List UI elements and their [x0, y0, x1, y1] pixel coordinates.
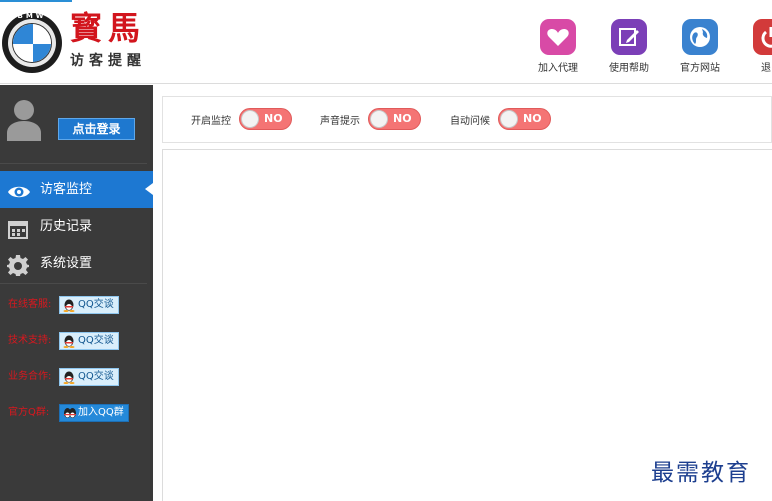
sidebar-item-history[interactable]: 历史记录 — [0, 208, 153, 245]
switch-knob — [500, 110, 518, 128]
switch-knob — [370, 110, 388, 128]
sidebar-divider — [0, 163, 147, 164]
power-icon — [753, 19, 772, 55]
heart-icon — [540, 19, 576, 55]
app-header: BMW 寳馬 访客提醒 加入代理 使用帮助 官方网站 退出 — [0, 0, 772, 84]
join-qq-group-button[interactable]: 加入QQ群 — [59, 404, 129, 422]
sound-switch[interactable]: NO — [368, 108, 421, 130]
switch-state: NO — [393, 112, 412, 125]
qq-group-icon — [64, 408, 76, 418]
qq-chat-button[interactable]: QQ交谈 — [59, 368, 119, 386]
contact-tech-support: 技术支持: QQ交谈 — [8, 332, 148, 350]
sidebar-item-label: 历史记录 — [40, 219, 93, 234]
avatar — [7, 99, 41, 141]
qq-penguin-icon — [63, 371, 75, 384]
logout-button[interactable]: 退出 — [746, 19, 772, 74]
help-label: 使用帮助 — [609, 63, 649, 74]
contact-label: 官方Q群: — [8, 407, 50, 418]
switch-state: NO — [523, 112, 542, 125]
auto-greet-switch[interactable]: NO — [498, 108, 551, 130]
join-qq-group-label: 加入QQ群 — [78, 407, 124, 418]
contact-label: 技术支持: — [8, 335, 52, 346]
toggle-label: 开启监控 — [191, 116, 231, 127]
contact-official-group: 官方Q群: 加入QQ群 — [8, 404, 148, 422]
login-button[interactable]: 点击登录 — [58, 118, 135, 140]
monitoring-switch[interactable]: NO — [239, 108, 292, 130]
sidebar-item-visitor-monitor[interactable]: 访客监控 — [0, 171, 153, 208]
contact-business: 业务合作: QQ交谈 — [8, 368, 148, 386]
join-agent-button[interactable]: 加入代理 — [533, 19, 583, 74]
contact-label: 业务合作: — [8, 371, 52, 382]
brand-subtitle: 访客提醒 — [70, 53, 146, 69]
sidebar-item-label: 访客监控 — [40, 182, 93, 197]
qq-chat-button[interactable]: QQ交谈 — [59, 296, 119, 314]
help-button[interactable]: 使用帮助 — [604, 19, 654, 74]
contact-online-service: 在线客服: QQ交谈 — [8, 296, 148, 314]
qq-chat-label: QQ交谈 — [78, 299, 114, 310]
qq-chat-label: QQ交谈 — [78, 371, 114, 382]
settings-toolbar: 开启监控 NO 声音提示 NO 自动问候 NO — [162, 96, 772, 143]
sidebar-item-settings[interactable]: 系统设置 — [0, 245, 153, 282]
toggle-label: 声音提示 — [320, 116, 360, 127]
switch-knob — [241, 110, 259, 128]
globe-icon — [682, 19, 718, 55]
edit-icon — [611, 19, 647, 55]
calendar-icon — [7, 217, 29, 239]
watermark: 最需教育 — [651, 460, 751, 486]
qq-chat-button[interactable]: QQ交谈 — [59, 332, 119, 350]
qq-penguin-icon — [63, 335, 75, 348]
toggle-label: 自动问候 — [450, 116, 490, 127]
sidebar-item-label: 系统设置 — [40, 256, 93, 271]
sidebar: 点击登录 访客监控 历史记录 系统设置 在线客服: QQ交谈 技术支持: QQ交… — [0, 85, 153, 501]
switch-state: NO — [264, 112, 283, 125]
gear-icon — [7, 254, 29, 276]
bmw-logo: BMW — [2, 12, 62, 73]
contact-label: 在线客服: — [8, 299, 52, 310]
qq-chat-label: QQ交谈 — [78, 335, 114, 346]
official-site-label: 官方网站 — [680, 63, 720, 74]
logo-roundel — [12, 23, 52, 63]
join-agent-label: 加入代理 — [538, 63, 578, 74]
qq-penguin-icon — [63, 299, 75, 312]
official-site-button[interactable]: 官方网站 — [675, 19, 725, 74]
sidebar-divider — [0, 283, 147, 284]
header-accent-line — [0, 0, 72, 2]
logout-label: 退出 — [761, 63, 772, 74]
brand-name: 寳馬 — [70, 9, 147, 47]
visitor-log-area — [162, 149, 772, 501]
active-pointer — [145, 183, 153, 195]
eye-icon — [7, 180, 30, 200]
